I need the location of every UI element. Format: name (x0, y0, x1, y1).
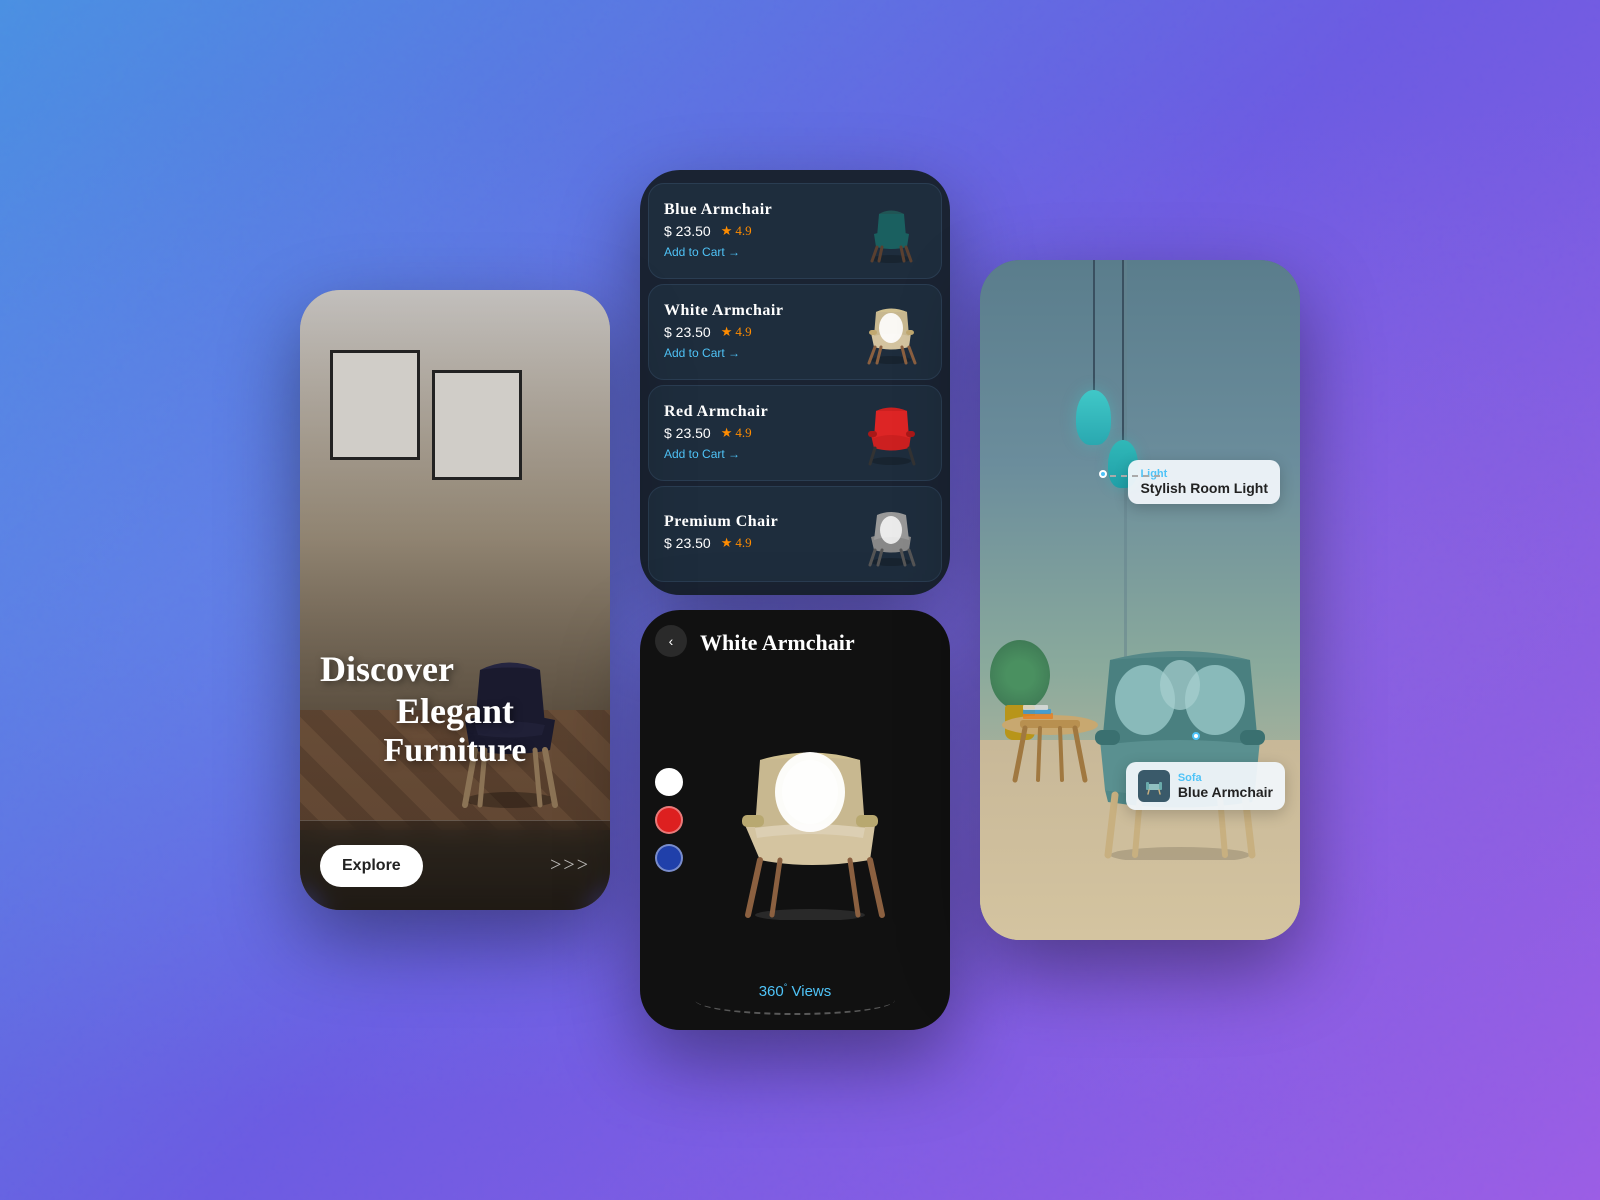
tooltip-sofa-text: Sofa Blue Armchair (1178, 772, 1273, 800)
headline1: Discover (320, 648, 590, 690)
add-cart-blue[interactable]: Add to Cart → (664, 245, 740, 259)
tooltip-light-category: Light (1140, 468, 1268, 480)
price-red: $ 23.50 (664, 425, 711, 441)
chair-icon-premium (859, 502, 924, 567)
price-row-blue: $ 23.50 ★ 4.9 (664, 223, 772, 239)
detail-chair-svg (720, 720, 900, 920)
tooltip-sofa[interactable]: Sofa Blue Armchair (1126, 762, 1285, 810)
color-option-white[interactable] (655, 768, 683, 796)
price-row-red: $ 23.50 ★ 4.9 (664, 425, 768, 441)
tooltip-light[interactable]: Light Stylish Room Light (1128, 460, 1280, 504)
price-row-premium: $ 23.50 ★ 4.9 (664, 535, 778, 551)
rating-blue: ★ 4.9 (721, 223, 752, 239)
explore-button[interactable]: Explore (320, 845, 423, 887)
add-cart-red[interactable]: Add to Cart → (664, 447, 740, 461)
art-frame-left (330, 350, 420, 460)
pendant-light-2 (1108, 260, 1138, 488)
price-white: $ 23.50 (664, 324, 711, 340)
pendant-light-1 (1076, 260, 1111, 445)
product-info-red: Red Armchair $ 23.50 ★ 4.9 Add to Cart → (664, 403, 768, 463)
product-card-blue[interactable]: Blue Armchair $ 23.50 ★ 4.9 Add to Cart … (648, 183, 942, 279)
headline2: Elegant (320, 690, 590, 732)
product-img-blue (856, 196, 926, 266)
screen1-text: Discover Elegant Furniture (320, 648, 590, 770)
product-info-white: White Armchair $ 23.50 ★ 4.9 Add to Cart… (664, 302, 783, 362)
phone-screen1: Discover Elegant Furniture Explore >>> (300, 290, 610, 910)
360-views-label: 360° Views (759, 982, 832, 1000)
headline3: Furniture (320, 732, 590, 770)
price-premium: $ 23.50 (664, 535, 711, 551)
color-option-red[interactable] (655, 806, 683, 834)
sofa-icon-box (1138, 770, 1170, 802)
phone-product-list: Blue Armchair $ 23.50 ★ 4.9 Add to Cart … (640, 170, 950, 595)
product-name-blue: Blue Armchair (664, 201, 772, 219)
sofa-mini-icon (1144, 776, 1164, 796)
product-info-premium: Premium Chair $ 23.50 ★ 4.9 (664, 513, 778, 555)
color-option-blue[interactable] (655, 844, 683, 872)
light-cord-1 (1093, 260, 1095, 390)
product-img-red (856, 398, 926, 468)
tooltip-light-dot (1099, 470, 1107, 478)
star-icon-premium: ★ (721, 535, 733, 551)
tooltip-sofa-category: Sofa (1178, 772, 1273, 784)
phone-ar-view: Light Stylish Room Light Sofa Blue Armch… (980, 260, 1300, 940)
tooltip-light-name: Stylish Room Light (1140, 480, 1268, 496)
star-icon-red: ★ (721, 425, 733, 441)
middle-column: Blue Armchair $ 23.50 ★ 4.9 Add to Cart … (640, 170, 950, 1030)
swipe-arrows: >>> (550, 854, 590, 877)
star-icon-white: ★ (721, 324, 733, 340)
price-row-white: $ 23.50 ★ 4.9 (664, 324, 783, 340)
tooltip-light-connector (1110, 475, 1160, 477)
product-name-white: White Armchair (664, 302, 783, 320)
product-name-premium: Premium Chair (664, 513, 778, 531)
wall-art-frames (330, 350, 522, 480)
product-img-white (856, 297, 926, 367)
screens-container: Discover Elegant Furniture Explore >>> B… (300, 170, 1300, 1030)
chair-icon-blue (859, 199, 924, 264)
product-img-premium (856, 499, 926, 569)
rating-premium: ★ 4.9 (721, 535, 752, 551)
light-bulb-1 (1076, 390, 1111, 445)
art-frame-right (432, 370, 522, 480)
star-icon: ★ (721, 223, 733, 239)
add-cart-white[interactable]: Add to Cart → (664, 346, 740, 360)
tooltip-sofa-dot (1192, 732, 1200, 740)
tooltip-sofa-name: Blue Armchair (1178, 784, 1273, 800)
detail-product-name: White Armchair (700, 630, 855, 656)
rating-white: ★ 4.9 (721, 324, 752, 340)
screen1-bottom-bar: Explore >>> (300, 820, 610, 910)
rating-red: ★ 4.9 (721, 425, 752, 441)
room-chair-svg (1080, 630, 1280, 860)
product-card-white[interactable]: White Armchair $ 23.50 ★ 4.9 Add to Cart… (648, 284, 942, 380)
phone-detail-view: ‹ White Armchair (640, 610, 950, 1030)
chair-icon-red (859, 401, 924, 466)
product-card-premium[interactable]: Premium Chair $ 23.50 ★ 4.9 (648, 486, 942, 582)
light-cord-2 (1122, 260, 1124, 440)
price-blue: $ 23.50 (664, 223, 711, 239)
plant-leaves (990, 640, 1050, 710)
room-chair (1080, 630, 1280, 860)
product-name-red: Red Armchair (664, 403, 768, 421)
color-options (655, 768, 683, 872)
chair-icon-white (859, 300, 924, 365)
product-info-blue: Blue Armchair $ 23.50 ★ 4.9 Add to Cart … (664, 201, 772, 261)
back-button[interactable]: ‹ (655, 625, 687, 657)
detail-chair-area (690, 670, 930, 970)
product-card-red[interactable]: Red Armchair $ 23.50 ★ 4.9 Add to Cart → (648, 385, 942, 481)
